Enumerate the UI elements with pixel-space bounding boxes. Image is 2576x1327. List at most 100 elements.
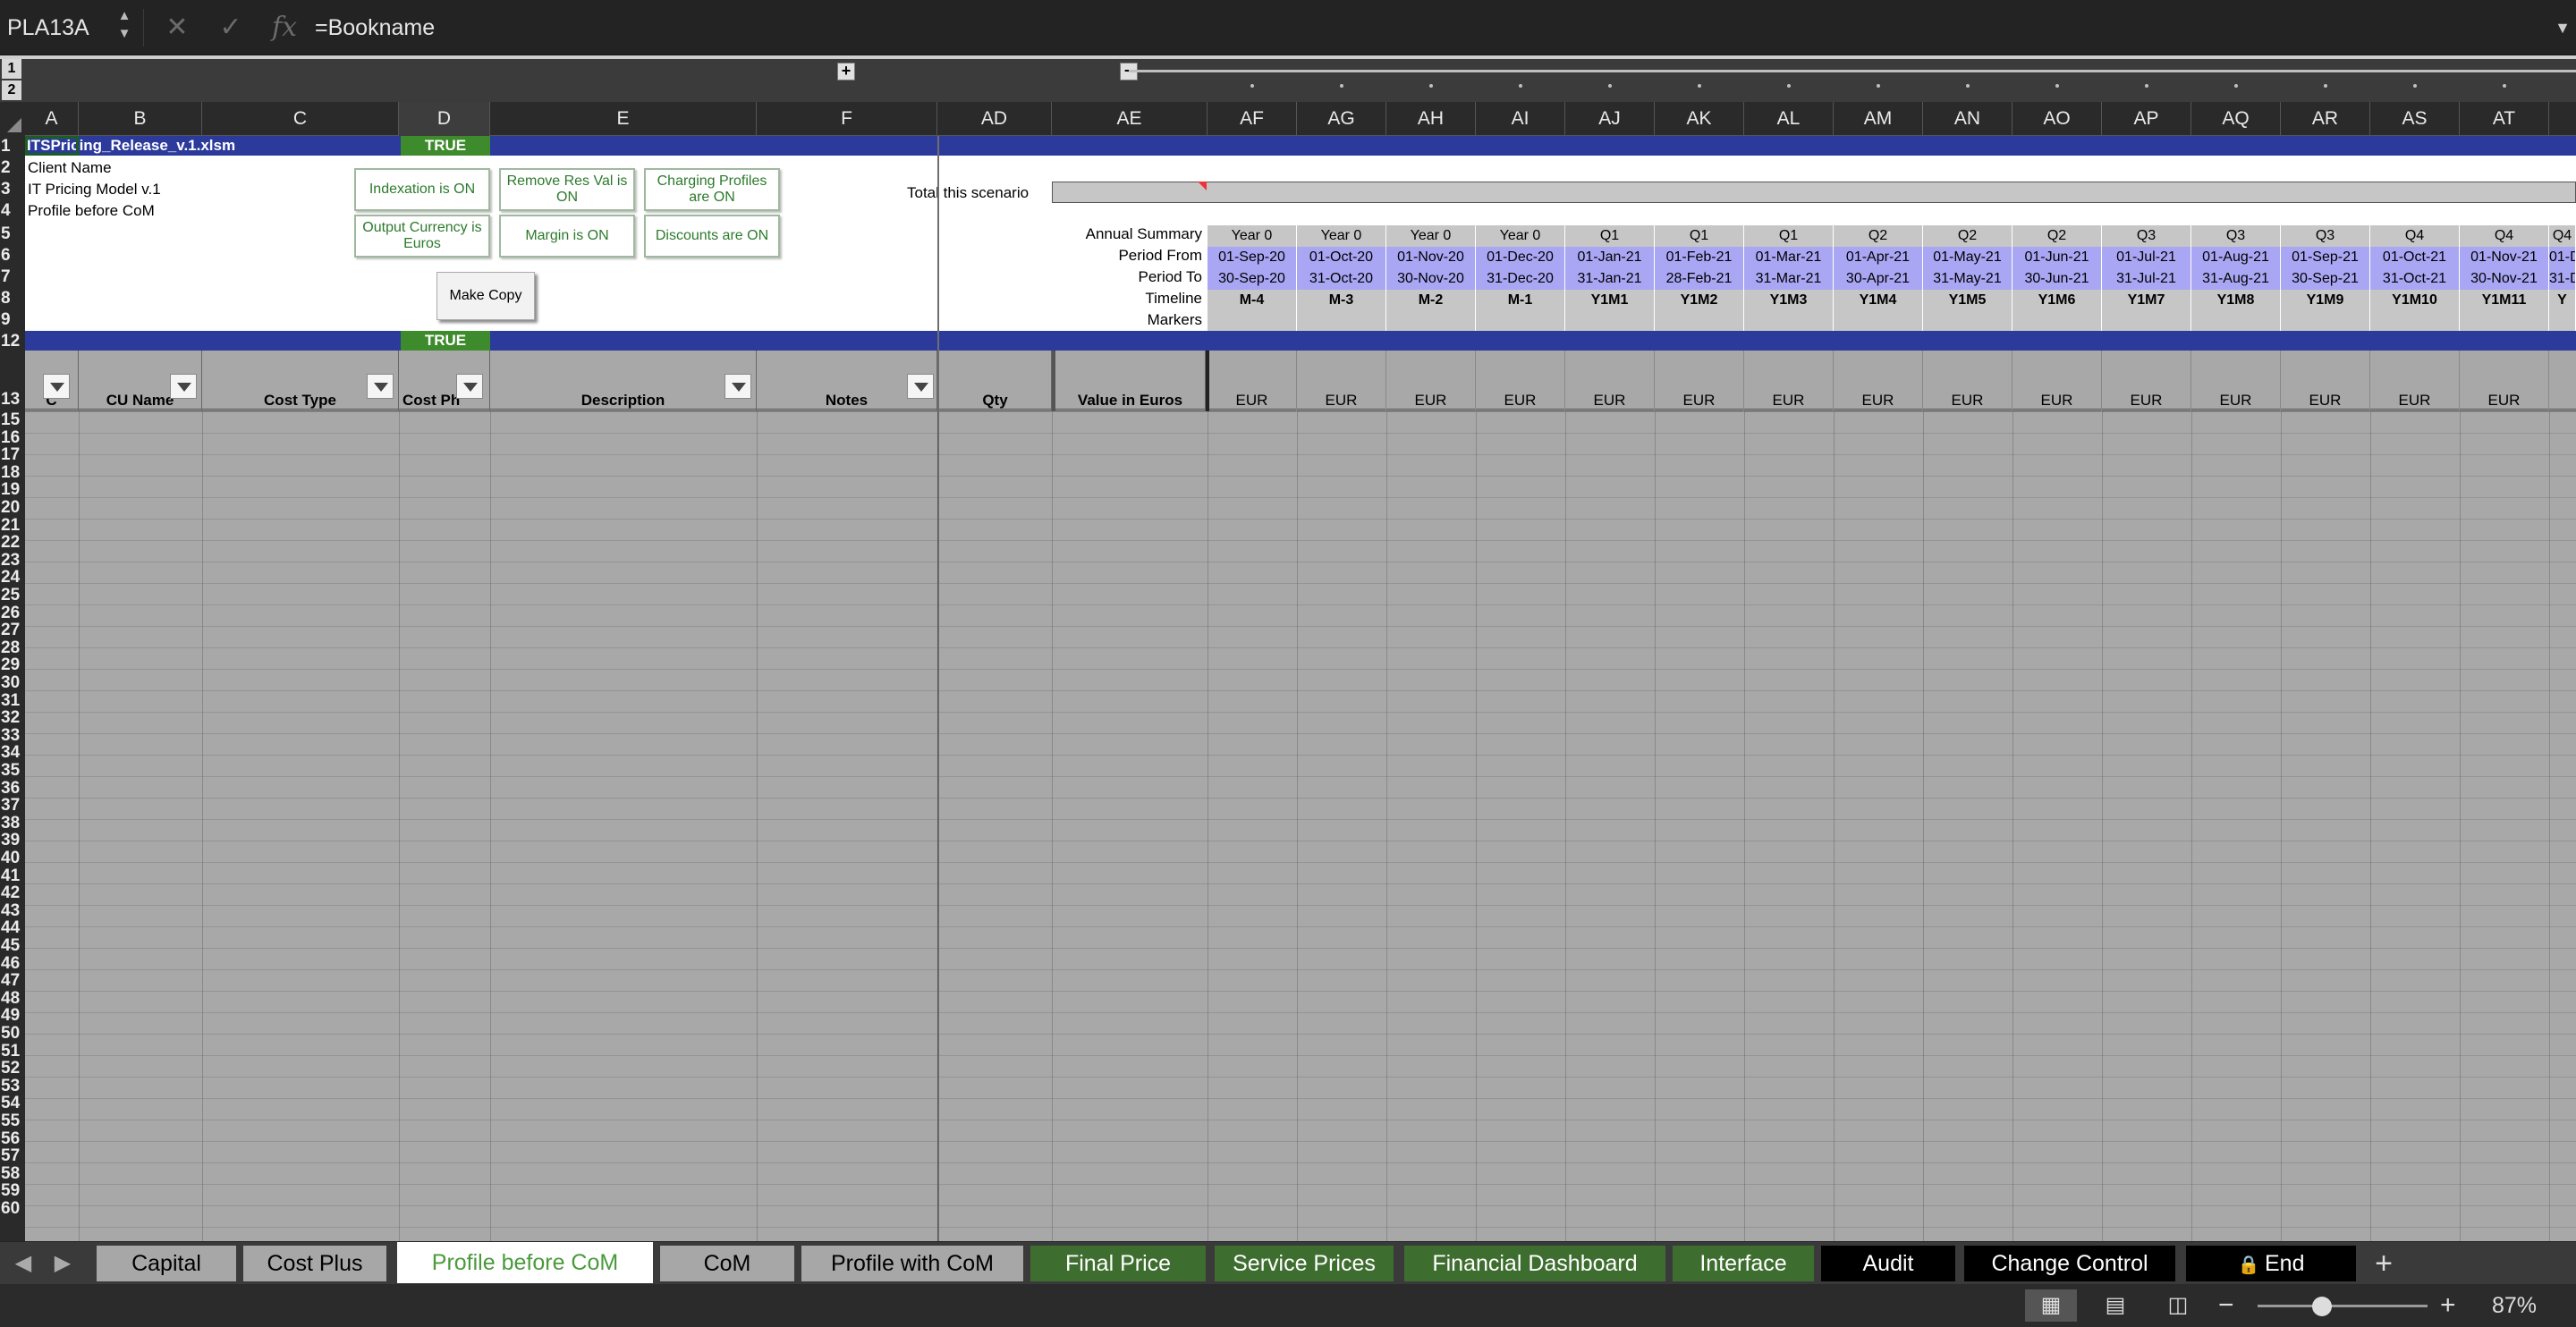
sheet-tab-cost-plus[interactable]: Cost Plus bbox=[243, 1246, 386, 1281]
row-header[interactable]: 54 bbox=[0, 1095, 25, 1112]
row-header[interactable]: 7 bbox=[0, 266, 25, 288]
period-from-cell[interactable]: 01-Sep-21 bbox=[2281, 247, 2370, 268]
row-header[interactable]: 15 bbox=[0, 411, 25, 429]
marker-cell[interactable] bbox=[1834, 311, 1923, 333]
row-header[interactable]: 57 bbox=[0, 1147, 25, 1165]
filter-dropdown-icon[interactable] bbox=[907, 374, 934, 399]
data-grid[interactable] bbox=[25, 411, 2576, 1241]
marker-cell[interactable] bbox=[1923, 311, 2012, 333]
period-to-cell[interactable]: 28-Feb-21 bbox=[1655, 268, 1744, 290]
annual-summary-cell[interactable]: Q4 bbox=[2549, 225, 2576, 247]
row-header[interactable]: 47 bbox=[0, 972, 25, 990]
annual-summary-cell[interactable]: Q1 bbox=[1565, 225, 1655, 247]
timeline-cell[interactable]: M-2 bbox=[1386, 290, 1476, 311]
marker-cell[interactable] bbox=[2549, 311, 2576, 333]
marker-cell[interactable] bbox=[2012, 311, 2102, 333]
row-header[interactable]: 29 bbox=[0, 656, 25, 674]
column-header[interactable]: C bbox=[202, 102, 399, 136]
annual-summary-cell[interactable]: Q2 bbox=[1834, 225, 1923, 247]
zoom-out-button[interactable]: − bbox=[2218, 1289, 2234, 1322]
column-header[interactable]: AG bbox=[1297, 102, 1386, 136]
column-header[interactable]: AM bbox=[1834, 102, 1923, 136]
column-header[interactable]: AJ bbox=[1565, 102, 1655, 136]
annual-summary-cell[interactable]: Q4 bbox=[2370, 225, 2460, 247]
row-header[interactable]: 34 bbox=[0, 744, 25, 762]
row-header[interactable]: 1 bbox=[0, 136, 25, 157]
marker-cell[interactable] bbox=[1565, 311, 1655, 333]
filter-dropdown-icon[interactable] bbox=[43, 374, 70, 399]
filter-dropdown-icon[interactable] bbox=[170, 374, 197, 399]
period-from-cell[interactable]: 01-Jan-21 bbox=[1565, 247, 1655, 268]
column-header[interactable]: AT bbox=[2460, 102, 2549, 136]
annual-summary-cell[interactable]: Q2 bbox=[2012, 225, 2102, 247]
next-sheet-icon[interactable]: ▶ bbox=[47, 1242, 79, 1285]
column-header[interactable]: D bbox=[399, 102, 490, 136]
formula-input[interactable]: =Bookname bbox=[315, 7, 2551, 48]
total-scenario-cells[interactable] bbox=[1052, 182, 2576, 203]
row-header[interactable]: 56 bbox=[0, 1130, 25, 1148]
sheet-tab-financial-dashboard[interactable]: Financial Dashboard bbox=[1404, 1246, 1665, 1281]
timeline-cell[interactable]: M-4 bbox=[1208, 290, 1297, 311]
row-header[interactable]: 46 bbox=[0, 955, 25, 973]
row-header[interactable]: 27 bbox=[0, 621, 25, 639]
row-header[interactable]: 58 bbox=[0, 1165, 25, 1183]
column-header[interactable]: F bbox=[757, 102, 937, 136]
row-header[interactable]: 2 bbox=[0, 157, 25, 179]
annual-summary-cell[interactable]: Q4 bbox=[2460, 225, 2549, 247]
annual-summary-cell[interactable]: Q1 bbox=[1655, 225, 1744, 247]
row-header[interactable]: 5 bbox=[0, 224, 25, 245]
column-header[interactable]: AE bbox=[1052, 102, 1208, 136]
filter-dropdown-icon[interactable] bbox=[456, 374, 483, 399]
period-from-cell[interactable]: 01-Nov-20 bbox=[1386, 247, 1476, 268]
column-header[interactable]: AN bbox=[1923, 102, 2012, 136]
row-header[interactable]: 49 bbox=[0, 1007, 25, 1025]
timeline-cell[interactable]: M-3 bbox=[1297, 290, 1386, 311]
cancel-icon[interactable]: ✕ bbox=[159, 9, 195, 46]
column-header[interactable]: AO bbox=[2012, 102, 2102, 136]
marker-cell[interactable] bbox=[1386, 311, 1476, 333]
row-header[interactable]: 55 bbox=[0, 1112, 25, 1130]
sheet-tab-audit[interactable]: Audit bbox=[1821, 1246, 1955, 1281]
margin-toggle-button[interactable]: Margin is ON bbox=[499, 215, 635, 258]
row-header[interactable]: 59 bbox=[0, 1182, 25, 1200]
row-header[interactable]: 12 bbox=[0, 331, 25, 352]
chevron-down-icon[interactable]: ▼ bbox=[2555, 9, 2571, 46]
row-header[interactable]: 33 bbox=[0, 727, 25, 745]
row-header[interactable]: 22 bbox=[0, 534, 25, 552]
zoom-in-button[interactable]: + bbox=[2440, 1289, 2456, 1322]
timeline-cell[interactable]: Y1M4 bbox=[1834, 290, 1923, 311]
period-to-cell[interactable]: 31-Oct-21 bbox=[2370, 268, 2460, 290]
period-from-cell[interactable]: 01-Mar-21 bbox=[1744, 247, 1834, 268]
period-to-cell[interactable]: 31-Mar-21 bbox=[1744, 268, 1834, 290]
name-box[interactable]: PLA13A bbox=[0, 7, 116, 48]
period-to-cell[interactable]: 30-Sep-20 bbox=[1208, 268, 1297, 290]
marker-cell[interactable] bbox=[1655, 311, 1744, 333]
timeline-cell[interactable]: Y1M8 bbox=[2191, 290, 2281, 311]
period-to-cell[interactable]: 31-Jul-21 bbox=[2102, 268, 2191, 290]
column-header[interactable]: AL bbox=[1744, 102, 1834, 136]
period-to-cell[interactable]: 31-Oct-20 bbox=[1297, 268, 1386, 290]
sheet-tab-com[interactable]: CoM bbox=[660, 1246, 794, 1281]
previous-sheet-icon[interactable]: ◀ bbox=[7, 1242, 39, 1285]
row-header[interactable]: 3 bbox=[0, 179, 25, 200]
sheet-tab-change-control[interactable]: Change Control bbox=[1964, 1246, 2175, 1281]
annual-summary-cell[interactable]: Q2 bbox=[1923, 225, 2012, 247]
annual-summary-cell[interactable]: Year 0 bbox=[1476, 225, 1565, 247]
row-header[interactable]: 41 bbox=[0, 867, 25, 885]
timeline-cell[interactable]: Y1M1 bbox=[1565, 290, 1655, 311]
row-header[interactable]: 19 bbox=[0, 481, 25, 499]
period-from-cell[interactable]: 01-Aug-21 bbox=[2191, 247, 2281, 268]
row-header[interactable]: 17 bbox=[0, 446, 25, 464]
period-from-cell[interactable]: 01-Oct-21 bbox=[2370, 247, 2460, 268]
row-header[interactable]: 48 bbox=[0, 990, 25, 1008]
row-header[interactable]: 39 bbox=[0, 832, 25, 849]
row-header[interactable]: 9 bbox=[0, 309, 25, 331]
sheet-tab-service-prices[interactable]: Service Prices bbox=[1215, 1246, 1394, 1281]
period-to-cell[interactable]: 30-Sep-21 bbox=[2281, 268, 2370, 290]
filter-dropdown-icon[interactable] bbox=[367, 374, 394, 399]
row-header[interactable]: 6 bbox=[0, 245, 25, 266]
row-header[interactable]: 28 bbox=[0, 639, 25, 657]
period-to-cell[interactable]: 31-May-21 bbox=[1923, 268, 2012, 290]
annual-summary-cell[interactable]: Year 0 bbox=[1208, 225, 1297, 247]
add-sheet-button[interactable]: + bbox=[2361, 1246, 2406, 1281]
